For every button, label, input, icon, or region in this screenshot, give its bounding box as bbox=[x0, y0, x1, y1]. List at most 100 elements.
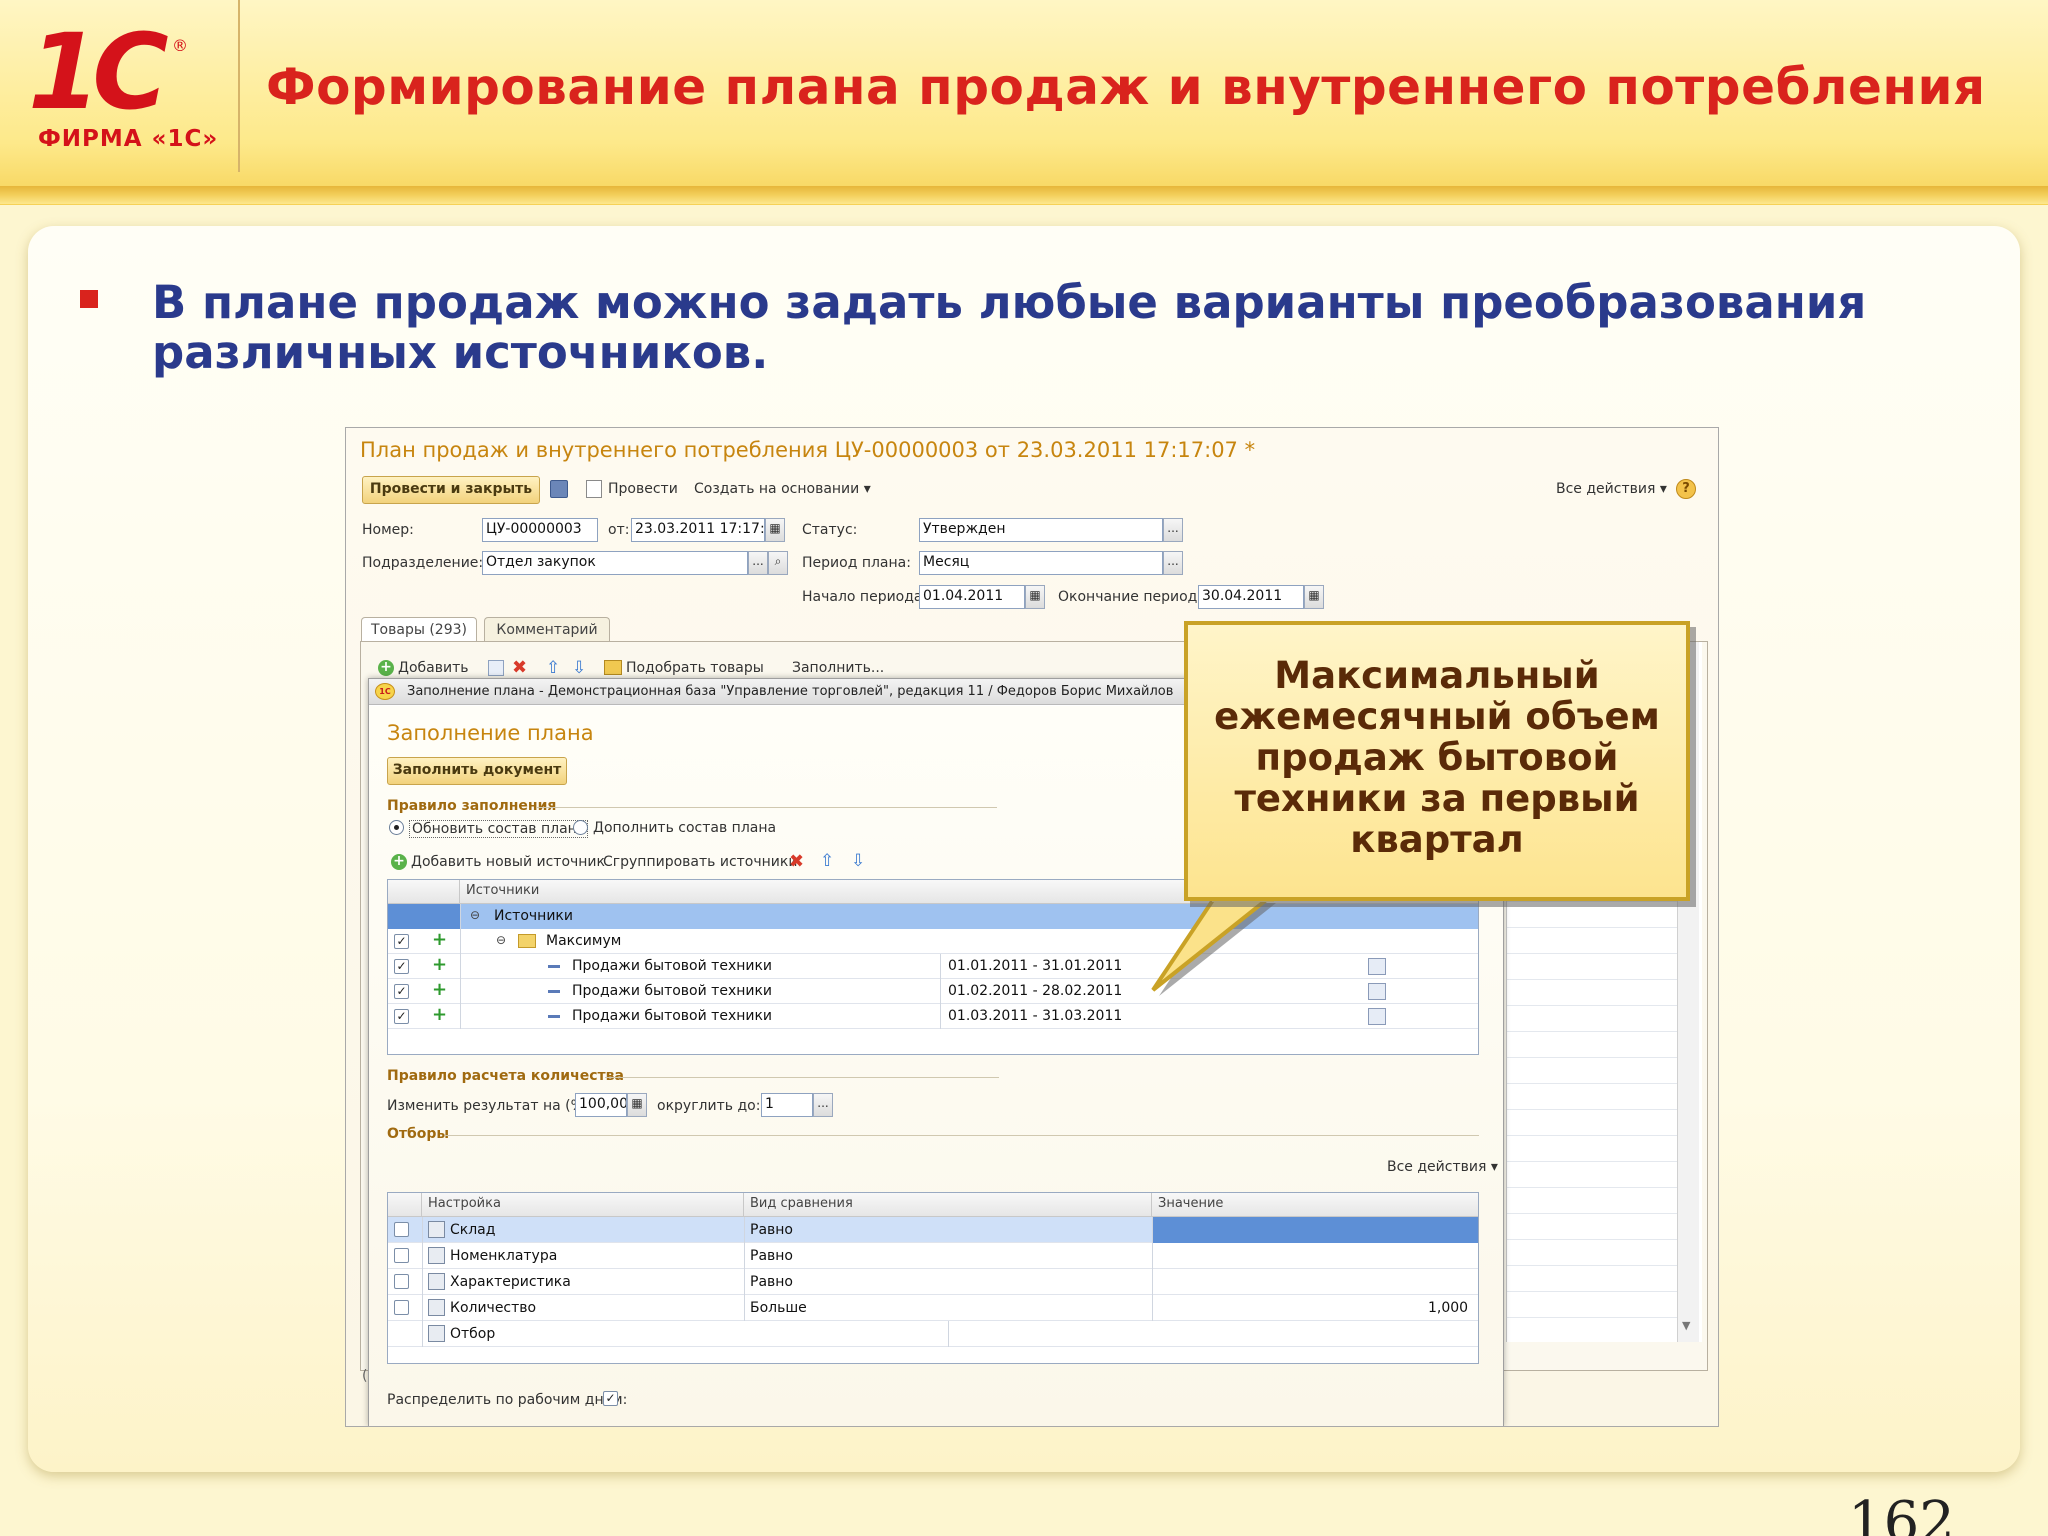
source-settings-icon[interactable] bbox=[1368, 1008, 1386, 1025]
page-number: 162 bbox=[1848, 1490, 1955, 1536]
period-start-field[interactable]: 01.04.2011 bbox=[919, 585, 1025, 609]
table-row[interactable]: Отбор bbox=[388, 1321, 1478, 1347]
header-divider bbox=[0, 186, 2048, 204]
plan-period-select-button[interactable]: ... bbox=[1163, 551, 1183, 575]
filter-checkbox[interactable] bbox=[394, 1274, 409, 1289]
tab-goods[interactable]: Товары (293) bbox=[361, 617, 477, 642]
filter-checkbox[interactable] bbox=[394, 1300, 409, 1315]
table-row[interactable]: Склад Равно bbox=[388, 1217, 1478, 1243]
save-icon[interactable] bbox=[550, 480, 568, 498]
move-down-icon[interactable]: ⇩ bbox=[572, 658, 586, 678]
filter-setting: Количество bbox=[450, 1300, 537, 1316]
table-row[interactable]: Номенклатура Равно bbox=[388, 1243, 1478, 1269]
dialog-title: Заполнение плана - Демонстрационная база… bbox=[407, 684, 1174, 699]
add-source-icon[interactable]: + bbox=[391, 854, 407, 870]
plan-period-field[interactable]: Месяц bbox=[919, 551, 1163, 575]
filter-setting: Характеристика bbox=[450, 1274, 571, 1290]
all-actions-menu[interactable]: Все действия ▾ bbox=[1556, 481, 1667, 497]
number-field[interactable]: ЦУ-00000003 bbox=[482, 518, 598, 542]
help-icon[interactable]: ? bbox=[1676, 479, 1696, 499]
tab-comment[interactable]: Комментарий bbox=[484, 617, 610, 642]
round-field[interactable]: 1 bbox=[761, 1093, 813, 1117]
filter-field-icon bbox=[428, 1273, 445, 1290]
table-row[interactable]: Характеристика Равно bbox=[388, 1269, 1478, 1295]
filter-checkbox[interactable] bbox=[394, 1248, 409, 1263]
bullet-marker bbox=[80, 290, 98, 308]
filter-compare: Равно bbox=[750, 1248, 793, 1264]
qty-rule-divider bbox=[605, 1077, 999, 1078]
distribute-workdays-label: Распределить по рабочим дням: bbox=[387, 1392, 628, 1408]
fill-button[interactable]: Заполнить... bbox=[792, 660, 884, 676]
move-up-icon[interactable]: ⇧ bbox=[546, 658, 560, 678]
copy-icon[interactable] bbox=[488, 660, 504, 676]
group-sources-button[interactable]: Сгруппировать источники bbox=[603, 854, 797, 870]
date-field[interactable]: 23.03.2011 17:17:07 bbox=[631, 518, 765, 542]
delete-icon[interactable]: ✖ bbox=[512, 657, 527, 678]
document-window: План продаж и внутреннего потребления ЦУ… bbox=[345, 427, 1719, 1427]
delete-source-icon[interactable]: ✖ bbox=[789, 851, 804, 872]
period-start-calendar-button[interactable]: ▦ bbox=[1025, 585, 1045, 609]
source-checkbox[interactable]: ✓ bbox=[394, 984, 409, 999]
filters-header-value: Значение bbox=[1152, 1193, 1478, 1217]
filters-header-blank bbox=[388, 1193, 422, 1217]
status-field[interactable]: Утвержден bbox=[919, 518, 1163, 542]
filters-header-setting: Настройка bbox=[422, 1193, 744, 1217]
date-calendar-button[interactable]: ▦ bbox=[765, 518, 785, 542]
post-button[interactable]: Провести bbox=[608, 481, 678, 497]
period-end-calendar-button[interactable]: ▦ bbox=[1304, 585, 1324, 609]
table-row[interactable]: Количество Больше 1,000 bbox=[388, 1295, 1478, 1321]
plan-period-label: Период плана: bbox=[802, 555, 911, 571]
add-button[interactable]: Добавить bbox=[398, 660, 468, 676]
radio-update-label[interactable]: Обновить состав плана bbox=[409, 820, 589, 838]
change-result-field[interactable]: 100,00 bbox=[575, 1093, 627, 1117]
period-end-field[interactable]: 30.04.2011 bbox=[1198, 585, 1304, 609]
round-select-button[interactable]: ... bbox=[813, 1093, 833, 1117]
source-name: Продажи бытовой техники bbox=[572, 983, 773, 999]
division-field[interactable]: Отдел закупок bbox=[482, 551, 748, 575]
filters-label: Отборы bbox=[387, 1126, 450, 1142]
source-name: Продажи бытовой техники bbox=[572, 1008, 773, 1024]
radio-update-plan[interactable] bbox=[389, 820, 404, 835]
logo-firm-text: ФИРМА «1С» bbox=[38, 126, 219, 152]
source-plus-icon: + bbox=[432, 979, 448, 1000]
post-and-close-button[interactable]: Провести и закрыть bbox=[362, 476, 540, 504]
source-checkbox[interactable]: ✓ bbox=[394, 959, 409, 974]
slide-title: Формирование плана продаж и внутреннего … bbox=[266, 58, 1986, 116]
create-based-on-menu[interactable]: Создать на основании ▾ bbox=[694, 481, 871, 497]
logo-registered-mark: ® bbox=[172, 36, 188, 55]
callout-text: Максимальный ежемесячный объем продаж бы… bbox=[1214, 654, 1660, 861]
filter-checkbox[interactable] bbox=[394, 1222, 409, 1237]
filter-value[interactable] bbox=[1152, 1217, 1478, 1243]
calculator-button[interactable]: ▦ bbox=[627, 1093, 647, 1117]
scroll-down-arrow: ▼ bbox=[1682, 1319, 1691, 1332]
source-down-icon[interactable]: ⇩ bbox=[851, 851, 865, 871]
source-checkbox[interactable]: ✓ bbox=[394, 1009, 409, 1024]
distribute-workdays-checkbox[interactable]: ✓ bbox=[603, 1391, 618, 1406]
fill-document-button[interactable]: Заполнить документ bbox=[387, 757, 567, 785]
add-source-button[interactable]: Добавить новый источник bbox=[411, 854, 605, 870]
collapse-icon[interactable]: ⊖ bbox=[496, 933, 506, 947]
filters-all-actions-menu[interactable]: Все действия ▾ bbox=[1387, 1159, 1498, 1175]
pick-goods-button[interactable]: Подобрать товары bbox=[626, 660, 764, 676]
dialog-heading: Заполнение плана bbox=[387, 721, 594, 745]
table-row[interactable]: ✓ + Продажи бытовой техники 01.03.2011 -… bbox=[388, 1004, 1478, 1029]
filter-value[interactable]: 1,000 bbox=[1428, 1300, 1468, 1316]
document-title: План продаж и внутреннего потребления ЦУ… bbox=[360, 438, 1256, 462]
filter-compare: Равно bbox=[750, 1222, 793, 1238]
filter-setting: Склад bbox=[450, 1222, 496, 1238]
group-checkbox[interactable]: ✓ bbox=[394, 934, 409, 949]
filter-group-icon bbox=[428, 1325, 445, 1342]
division-label: Подразделение: bbox=[362, 555, 484, 571]
add-icon[interactable]: + bbox=[378, 660, 394, 676]
sources-root-label: Источники bbox=[494, 908, 573, 924]
status-select-button[interactable]: ... bbox=[1163, 518, 1183, 542]
filters-header-compare: Вид сравнения bbox=[744, 1193, 1152, 1217]
division-select-button[interactable]: ... bbox=[748, 551, 768, 575]
radio-append-plan[interactable] bbox=[573, 820, 588, 835]
filter-field-icon bbox=[428, 1221, 445, 1238]
filter-field-icon bbox=[428, 1299, 445, 1316]
radio-append-label[interactable]: Дополнить состав плана bbox=[593, 820, 776, 836]
period-start-label: Начало периода: bbox=[802, 589, 928, 605]
division-search-icon[interactable]: ⌕ bbox=[768, 551, 788, 575]
source-up-icon[interactable]: ⇧ bbox=[820, 851, 834, 871]
